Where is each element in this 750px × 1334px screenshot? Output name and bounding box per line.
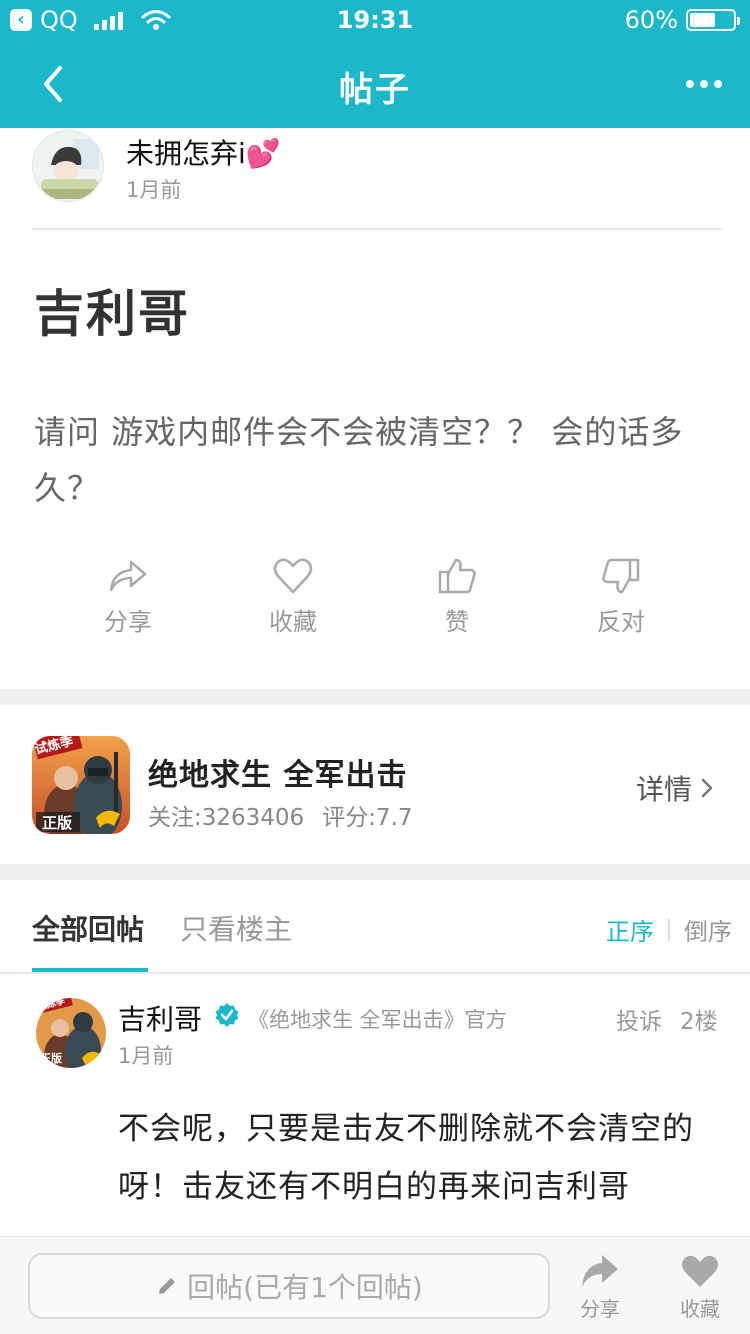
sort-asc-button[interactable]: 正序 [606,912,654,947]
section-divider [0,689,750,705]
tab-all-replies[interactable]: 全部回帖 [32,908,144,948]
status-right: 60% [624,6,740,34]
thumbs-down-icon [602,558,640,594]
reply-input-placeholder: 回帖(已有1个回帖) [187,1271,423,1304]
sort-toggle: 正序 倒序 [606,912,732,947]
reply-time: 1月前 [118,1044,174,1068]
reply-official-tag: 《绝地求生 全军出击》官方 [248,1008,507,1032]
favorite-action[interactable]: 收藏 [233,556,353,637]
like-label: 赞 [445,608,469,636]
reply-avatar-badge-bottom: 正版 [40,1051,62,1065]
share-action[interactable]: 分享 [68,556,188,637]
bottom-favorite-label: 收藏 [680,1297,720,1321]
post-actions: 分享 收藏 赞 反对 [0,556,750,656]
game-rating: 评分:7.7 [322,805,413,831]
bottom-favorite-button[interactable]: 收藏 [660,1253,740,1322]
game-card[interactable]: 试炼季 正版 绝地求生 全军出击 关注:3263406 评分:7.7 详情 [0,706,750,864]
tab-active-indicator [32,968,148,972]
game-icon[interactable]: 试炼季 正版 [32,736,130,834]
sort-desc-button[interactable]: 倒序 [684,912,732,947]
game-icon-art: 试炼季 正版 [32,736,130,834]
post-author: 未拥怎弃i💕 1月前 [32,128,722,230]
bottom-bar: 回帖(已有1个回帖) 分享 收藏 [0,1236,750,1334]
more-options-icon[interactable] [684,74,724,94]
reply-body: 不会呢，只要是击友不删除就不会清空的呀！击友还有不明白的再来问吉利哥 [118,1111,694,1205]
sort-divider [668,918,670,941]
bottom-share-label: 分享 [580,1297,620,1321]
post-body: 请问 游戏内邮件会不会被清空？？ 会的话多久？ [34,413,684,507]
section-divider-2 [0,864,750,880]
like-action[interactable]: 赞 [397,556,517,637]
chevron-right-icon [701,778,713,798]
author-name[interactable]: 未拥怎弃i💕 [126,132,281,172]
battery-fill [690,13,716,27]
report-button[interactable]: 投诉 [616,1002,662,1036]
thumbs-up-icon [438,558,476,594]
oppose-label: 反对 [597,608,645,636]
oppose-action[interactable]: 反对 [561,556,681,637]
author-avatar[interactable] [32,130,104,202]
game-icon-badge-bottom: 正版 [42,814,72,832]
reply-input[interactable]: 回帖(已有1个回帖) [28,1253,550,1319]
battery-percent: 60% [624,6,678,34]
heart-icon [682,1255,718,1287]
bottom-share-button[interactable]: 分享 [560,1253,640,1322]
game-name[interactable]: 绝地求生 全军出击 [148,750,407,794]
favorite-label: 收藏 [269,608,317,636]
author-post-time: 1月前 [126,178,182,202]
battery-icon [686,9,740,31]
post-title: 吉利哥 [34,285,190,343]
share-icon [582,1255,618,1287]
tab-owner-only[interactable]: 只看楼主 [180,908,292,948]
pencil-icon [159,1278,176,1294]
author-avatar-illustration [33,131,103,201]
nav-bar: 帖子 [0,40,750,128]
game-stats: 关注:3263406 评分:7.7 [148,798,413,832]
reply-floor: 2楼 [680,1009,718,1035]
reply-author-name[interactable]: 吉利哥 [118,998,202,1038]
reply-avatar-art: 试炼季 正版 [36,998,106,1068]
share-icon [109,560,147,592]
share-label: 分享 [104,608,152,636]
reply-tabs: 全部回帖 只看楼主 正序 倒序 [0,880,750,974]
status-bar: ‹ QQ 19:31 60% [0,0,750,40]
page-title: 帖子 [339,70,411,110]
reply-item: 试炼季 正版 吉利哥 《绝地求生 全军出击》官方 投诉 2楼 1月前 不会呢，只… [0,976,750,1236]
game-detail-link[interactable]: 详情 [636,768,714,808]
game-followers: 关注:3263406 [148,805,305,831]
verified-badge-icon [215,1003,239,1027]
game-detail-label: 详情 [635,773,692,806]
reply-avatar[interactable]: 试炼季 正版 [36,998,106,1068]
heart-icon [273,558,313,594]
